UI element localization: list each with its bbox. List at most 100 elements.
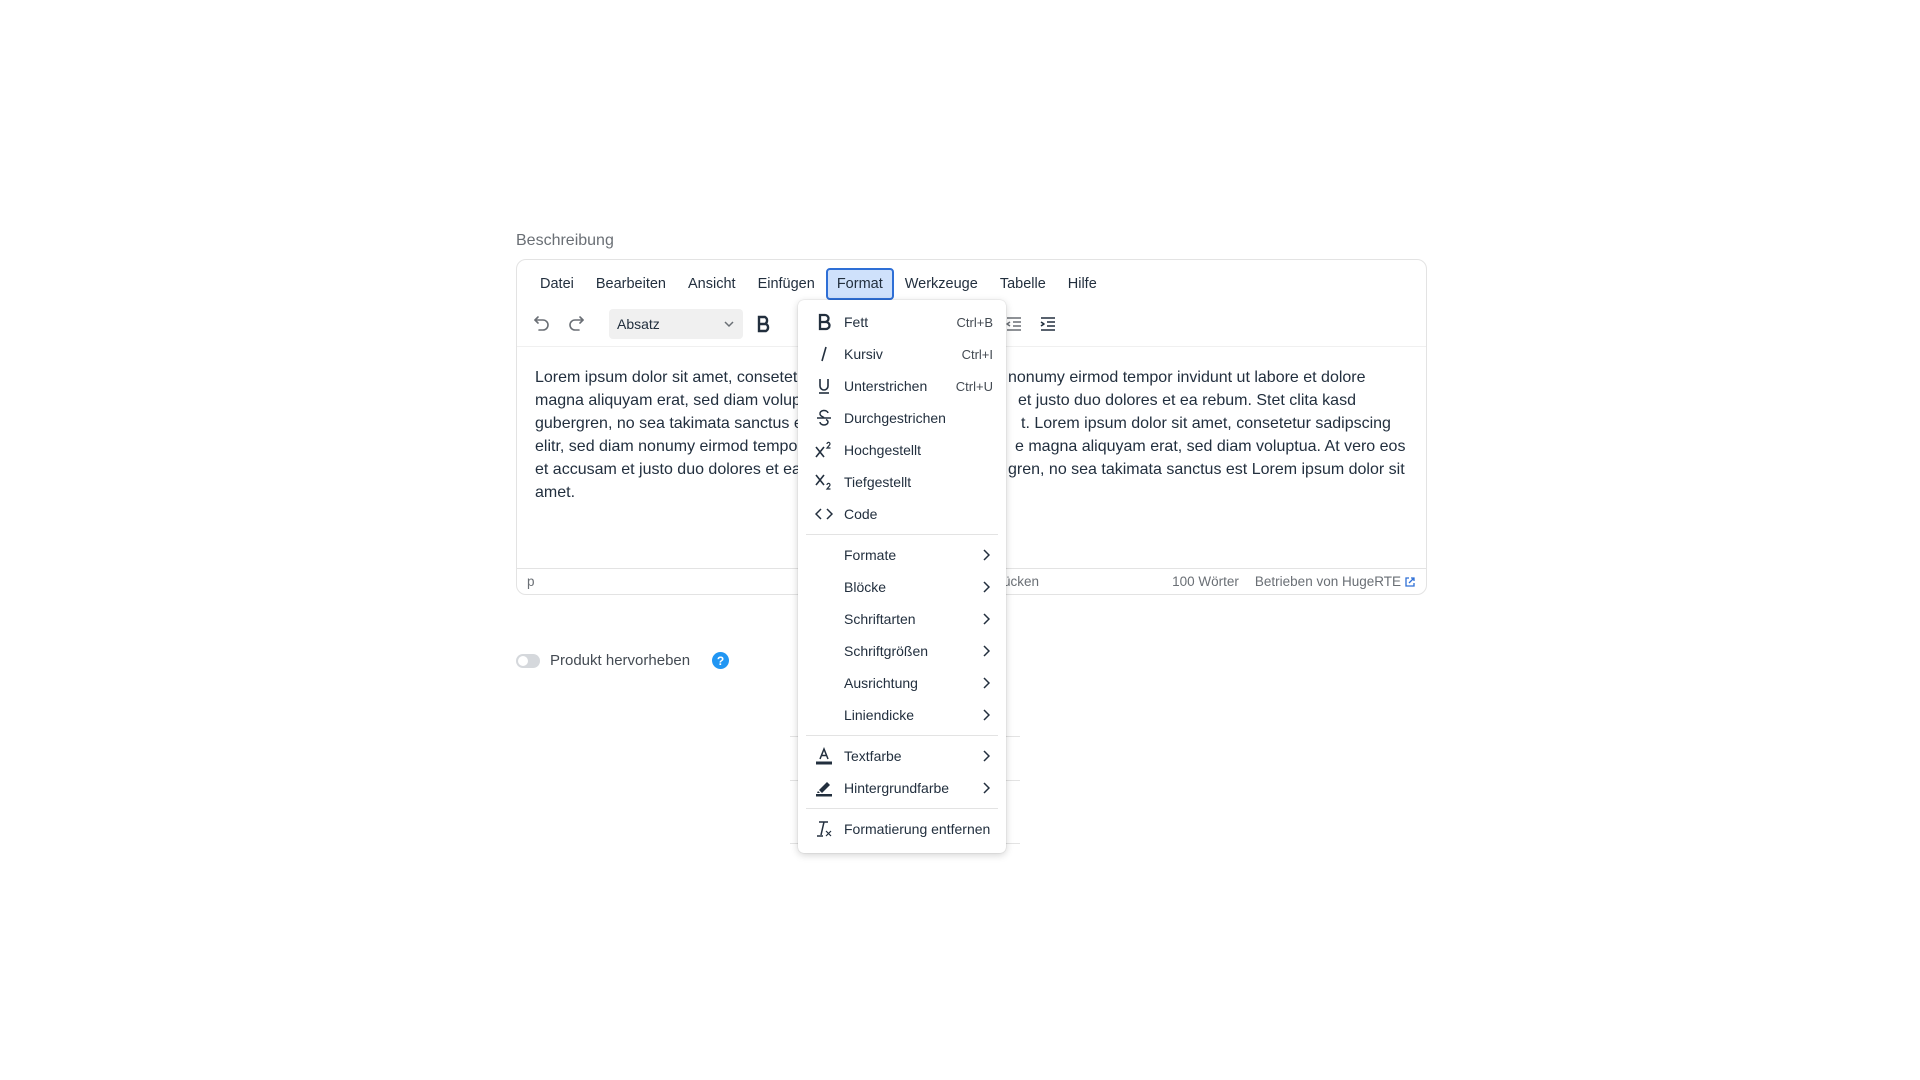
block-format-value: Absatz (617, 316, 660, 332)
menu-item-label: Schriftarten (844, 611, 916, 627)
bold-button[interactable] (747, 309, 781, 339)
content-line: e magna aliquyam erat, sed diam voluptua… (1015, 438, 1406, 455)
highlight-product-toggle[interactable] (516, 653, 540, 668)
menu-item-bloecke[interactable]: Blöcke (806, 571, 998, 603)
external-link-icon (1405, 576, 1415, 587)
chevron-right-icon (979, 644, 993, 658)
highlight-icon (814, 778, 834, 798)
highlight-product-row: Produkt hervorheben ? (516, 652, 730, 669)
text-color-icon (814, 746, 834, 766)
menu-item-label: Hochgestellt (844, 442, 922, 458)
menu-item-label: Hintergrundfarbe (844, 780, 950, 796)
menu-ansicht[interactable]: Ansicht (677, 268, 747, 300)
bold-icon (814, 312, 834, 332)
menu-item-shortcut: Ctrl+B (956, 314, 993, 330)
content-line: magna aliquyam erat, sed diam volup (535, 392, 801, 409)
menu-item-label: Kursiv (844, 346, 883, 362)
subscript-icon (814, 472, 834, 492)
underline-icon (814, 376, 834, 396)
format-dropdown-menu: Fett Ctrl+B Kursiv Ctrl+I Unterstrichen … (798, 300, 1006, 853)
superscript-icon (814, 440, 834, 460)
content-line: et accusam et justo duo dolores et ea (535, 461, 801, 478)
chevron-right-icon (979, 612, 993, 626)
word-count[interactable]: 100 Wörter (1172, 574, 1239, 589)
menu-divider (806, 534, 998, 535)
content-line: amet. (535, 484, 576, 501)
menu-item-label: Ausrichtung (844, 675, 918, 691)
menu-item-label: Durchgestrichen (844, 410, 946, 426)
menu-item-code[interactable]: Code (806, 498, 998, 530)
menu-item-shortcut: Ctrl+U (955, 378, 993, 394)
menu-item-label: Schriftgrößen (844, 643, 929, 659)
menu-item-label: Tiefgestellt (844, 474, 912, 490)
menu-item-liniendicke[interactable]: Liniendicke (806, 699, 998, 731)
block-format-select[interactable]: Absatz (609, 309, 743, 339)
chevron-right-icon (979, 676, 993, 690)
bold-icon (757, 315, 770, 333)
menubar: Datei Bearbeiten Ansicht Einfügen Format… (529, 268, 1108, 300)
menu-hilfe[interactable]: Hilfe (1057, 268, 1108, 300)
menu-item-label: Fett (844, 314, 869, 330)
menu-item-label: Liniendicke (844, 707, 915, 723)
menu-item-schriftarten[interactable]: Schriftarten (806, 603, 998, 635)
element-path[interactable]: p (527, 574, 535, 589)
chevron-right-icon (979, 708, 993, 722)
menu-item-label: Code (844, 506, 878, 522)
menu-item-text-color[interactable]: Textfarbe (806, 740, 998, 772)
chevron-right-icon (979, 548, 993, 562)
brand-link[interactable]: Betrieben von HugeRTE (1255, 574, 1416, 589)
outdent-icon (1006, 317, 1021, 331)
highlight-product-label: Produkt hervorheben (550, 652, 691, 669)
menu-item-background-color[interactable]: Hintergrundfarbe (806, 772, 998, 804)
menu-item-label: Blöcke (844, 579, 887, 595)
menu-item-label: Formatierung entfernen (844, 821, 991, 837)
menu-divider (806, 808, 998, 809)
menu-item-bold[interactable]: Fett Ctrl+B (806, 306, 998, 338)
menu-item-subscript[interactable]: Tiefgestellt (806, 466, 998, 498)
undo-button[interactable] (525, 309, 559, 339)
brand-label: Betrieben von HugeRTE (1254, 574, 1401, 589)
menu-item-italic[interactable]: Kursiv Ctrl+I (806, 338, 998, 370)
remove-format-icon (814, 819, 834, 839)
menu-item-ausrichtung[interactable]: Ausrichtung (806, 667, 998, 699)
chevron-right-icon (979, 580, 993, 594)
chevron-right-icon (979, 749, 993, 763)
menu-tabelle[interactable]: Tabelle (989, 268, 1057, 300)
menu-item-label: Formate (844, 547, 897, 563)
statusbar-partial-text: ücken (1003, 574, 1040, 589)
menu-format[interactable]: Format (825, 268, 894, 300)
help-icon[interactable]: ? (712, 652, 730, 669)
menu-item-shortcut: Ctrl+I (961, 346, 993, 362)
menu-item-label: Unterstrichen (844, 378, 928, 394)
menu-item-remove-format[interactable]: Formatierung entfernen (806, 813, 998, 845)
content-line: gren, no sea takimata sanctus est Lorem … (1008, 461, 1405, 478)
menu-werkzeuge[interactable]: Werkzeuge (894, 268, 989, 300)
chevron-down-icon (724, 321, 734, 328)
content-line: Lorem ipsum dolor sit amet, consetet (535, 369, 798, 386)
chevron-right-icon (979, 781, 993, 795)
menu-bearbeiten[interactable]: Bearbeiten (585, 268, 677, 300)
redo-icon (569, 316, 584, 331)
undo-icon (534, 316, 549, 331)
strikethrough-icon (814, 408, 834, 428)
menu-item-formate[interactable]: Formate (806, 539, 998, 571)
field-label: Beschreibung (516, 232, 614, 249)
menu-divider (806, 735, 998, 736)
code-icon (814, 504, 834, 524)
menu-item-underline[interactable]: Unterstrichen Ctrl+U (806, 370, 998, 402)
redo-button[interactable] (559, 309, 593, 339)
italic-icon (814, 344, 834, 364)
content-line: elitr, sed diam nonumy eirmod tempo (535, 438, 798, 455)
content-line: t. Lorem ipsum dolor sit amet, consetetu… (1021, 415, 1391, 432)
indent-icon (1040, 317, 1055, 331)
indent-button[interactable] (1031, 309, 1065, 339)
menu-einfuegen[interactable]: Einfügen (747, 268, 826, 300)
menu-item-label: Textfarbe (844, 748, 902, 764)
menu-item-schriftgroessen[interactable]: Schriftgrößen (806, 635, 998, 667)
content-line: et justo duo dolores et ea rebum. Stet c… (1018, 392, 1356, 409)
menu-datei[interactable]: Datei (529, 268, 585, 300)
menu-item-superscript[interactable]: Hochgestellt (806, 434, 998, 466)
content-line: nonumy eirmod tempor invidunt ut labore … (1008, 369, 1366, 386)
menu-item-strikethrough[interactable]: Durchgestrichen (806, 402, 998, 434)
content-line: gubergren, no sea takimata sanctus e (535, 415, 803, 432)
